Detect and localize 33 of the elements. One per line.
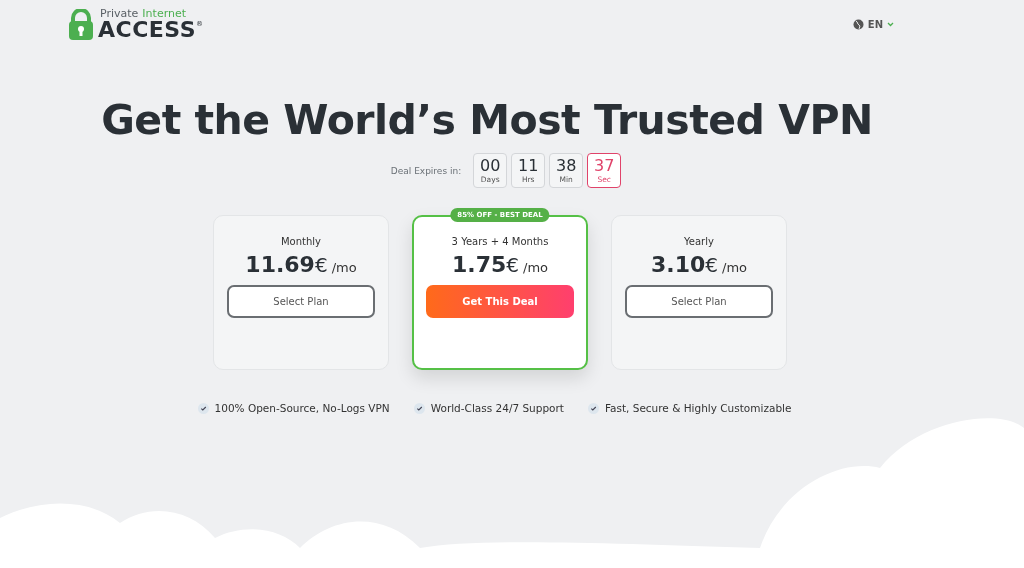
feature-text: 100% Open-Source, No-Logs VPN — [214, 402, 390, 414]
countdown-label: Deal Expires in: — [390, 165, 462, 176]
padlock-icon — [68, 8, 94, 41]
chevron-icon — [887, 22, 894, 27]
logo-text: Internet — [142, 8, 187, 19]
plan-price: 1.75 — [452, 252, 507, 277]
plan-name: 3 Years + 4 Months — [451, 236, 549, 247]
currency-symbol: € — [506, 253, 519, 277]
currency-symbol: € — [705, 253, 718, 277]
check-icon — [197, 402, 209, 414]
feature-text: Fast, Secure & Highly Customizable — [604, 402, 792, 414]
feature-text: World-Class 24/7 Support — [430, 402, 564, 414]
countdown-value: 37 — [594, 157, 615, 175]
countdown-value: 00 — [480, 157, 501, 175]
select-plan-button[interactable]: Select Plan — [227, 285, 375, 318]
globe-icon — [852, 19, 864, 30]
plan-name: Monthly — [280, 236, 321, 247]
language-selector[interactable]: EN — [852, 19, 894, 30]
check-icon — [587, 402, 599, 414]
check-icon — [413, 402, 425, 414]
page-headline: Get the World’s Most Trusted VPN — [100, 96, 874, 144]
countdown-value: 38 — [556, 157, 577, 175]
plan-price: 11.69 — [245, 252, 315, 277]
logo-text: ACCESS — [98, 19, 197, 41]
price-period: /mo — [523, 260, 548, 275]
plan-price: 3.10 — [651, 252, 706, 277]
plan-name: Yearly — [684, 236, 714, 247]
price-period: /mo — [722, 260, 747, 275]
countdown-value: 11 — [518, 157, 539, 175]
select-plan-button[interactable]: Select Plan — [625, 285, 773, 318]
currency-symbol: € — [314, 253, 328, 277]
logo-text: Private — [100, 8, 139, 19]
price-period: /mo — [331, 260, 357, 275]
